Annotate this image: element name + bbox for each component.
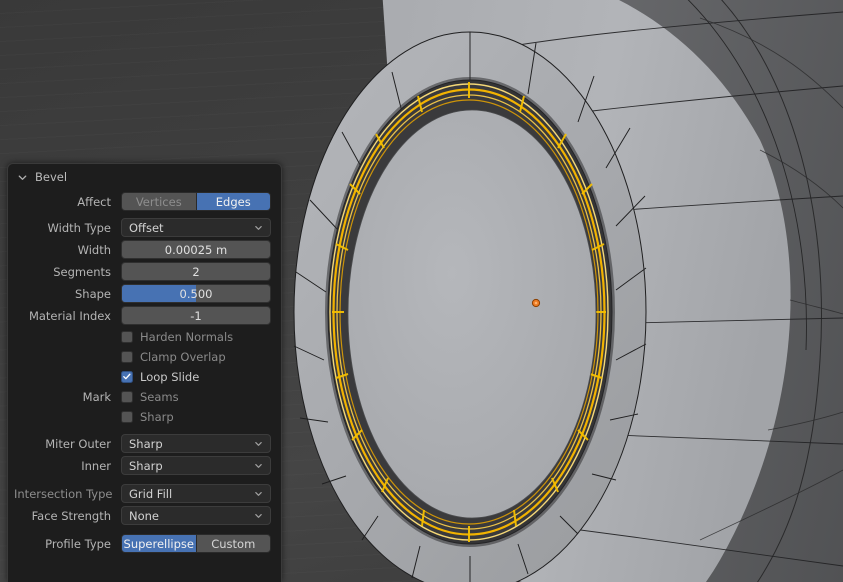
harden-normals-checkbox[interactable] [121,330,133,343]
intersection-type-dropdown[interactable]: Grid Fill [121,484,271,503]
sharp-checkbox[interactable] [121,410,133,423]
profile-type-toggle-group[interactable]: Superellipse Custom [121,534,271,553]
row-segments: Segments 2 [14,262,271,281]
panel-body: Affect Vertices Edges Width Type Offset [8,190,281,553]
profile-type-option-superellipse[interactable]: Superellipse [121,534,197,553]
row-intersection-type: Intersection Type Grid Fill [14,484,271,503]
row-mark-seams: Mark Seams [14,388,271,405]
row-harden-normals: Harden Normals [14,328,271,345]
label-miter-outer: Miter Outer [45,436,111,451]
affect-option-edges[interactable]: Edges [195,192,271,211]
row-material-index: Material Index -1 [14,306,271,325]
label-affect: Affect [77,194,111,209]
seams-label: Seams [140,389,179,404]
row-width: Width 0.00025 m [14,240,271,259]
row-face-strength: Face Strength None [14,506,271,525]
chevron-down-icon [254,489,263,498]
material-index-field[interactable]: -1 [121,306,271,325]
affect-toggle-group[interactable]: Vertices Edges [121,192,271,211]
label-face-strength: Face Strength [31,508,111,523]
label-miter-inner: Inner [81,458,111,473]
row-loop-slide: Loop Slide [14,368,271,385]
material-index-value: -1 [190,308,202,323]
width-type-dropdown[interactable]: Offset [121,218,271,237]
label-material-index: Material Index [28,308,111,323]
width-type-value: Offset [129,220,164,235]
row-miter-outer: Miter Outer Sharp [14,434,271,453]
label-shape: Shape [74,286,111,301]
shape-slider[interactable]: 0.500 [121,284,271,303]
harden-normals-label: Harden Normals [140,329,234,344]
shape-value: 0.500 [179,286,213,301]
panel-header[interactable]: Bevel [8,164,281,190]
row-affect: Affect Vertices Edges [14,192,271,211]
blender-window: Bevel Affect Vertices Edges Width Type O [0,0,843,582]
chevron-down-icon [254,223,263,232]
row-clamp-overlap: Clamp Overlap [14,348,271,365]
segments-value-field[interactable]: 2 [121,262,271,281]
clamp-overlap-checkbox[interactable] [121,350,133,363]
label-width-type: Width Type [47,220,111,235]
loop-slide-label: Loop Slide [140,369,200,384]
affect-option-vertices[interactable]: Vertices [121,192,197,211]
intersection-type-value: Grid Fill [129,486,173,501]
segments-value: 2 [192,264,200,279]
label-segments: Segments [53,264,111,279]
face-strength-dropdown[interactable]: None [121,506,271,525]
miter-inner-value: Sharp [129,458,163,473]
row-miter-inner: Inner Sharp [14,456,271,475]
miter-outer-value: Sharp [129,436,163,451]
row-mark-sharp: Sharp [14,408,271,425]
row-profile-type: Profile Type Superellipse Custom [14,534,271,553]
label-intersection-type: Intersection Type [14,486,113,501]
clamp-overlap-label: Clamp Overlap [140,349,226,364]
width-value-field[interactable]: 0.00025 m [121,240,271,259]
seams-checkbox[interactable] [121,390,133,403]
chevron-down-icon [254,461,263,470]
loop-slide-checkbox[interactable] [121,370,133,383]
width-value: 0.00025 m [164,242,228,257]
panel-title: Bevel [35,170,68,184]
chevron-down-icon[interactable] [17,172,28,183]
chevron-down-icon [254,511,263,520]
label-width: Width [77,242,111,257]
face-strength-value: None [129,508,160,523]
sharp-label: Sharp [140,409,174,424]
miter-inner-dropdown[interactable]: Sharp [121,456,271,475]
check-icon [123,373,131,380]
label-profile-type: Profile Type [45,536,111,551]
row-width-type: Width Type Offset [14,218,271,237]
row-shape: Shape 0.500 [14,284,271,303]
miter-outer-dropdown[interactable]: Sharp [121,434,271,453]
chevron-down-icon [254,439,263,448]
profile-type-option-custom[interactable]: Custom [195,534,271,553]
label-mark: Mark [82,389,111,404]
bevel-operator-panel[interactable]: Bevel Affect Vertices Edges Width Type O [7,163,282,582]
